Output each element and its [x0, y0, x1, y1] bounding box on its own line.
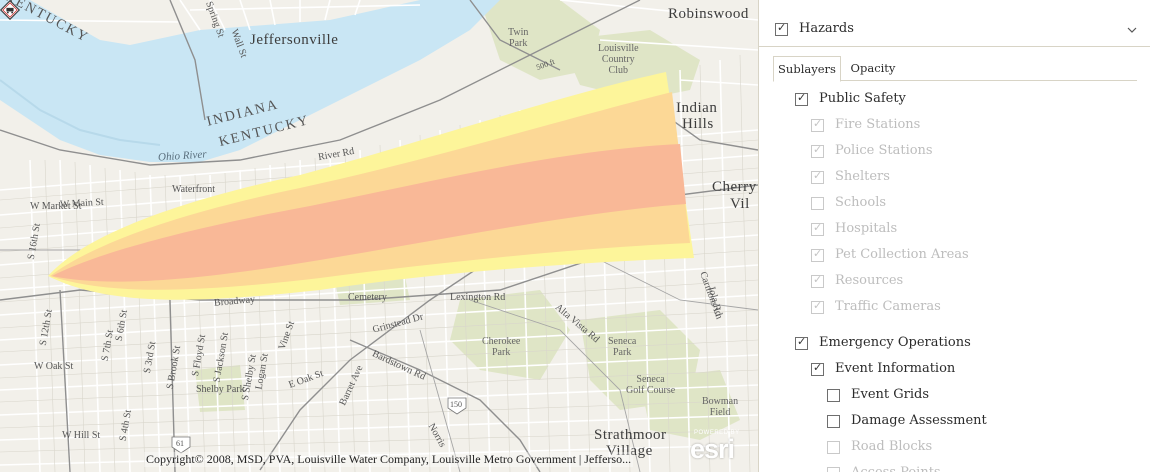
- sublayer-label: Pet Collection Areas: [835, 247, 969, 262]
- sublayer-checkbox[interactable]: ✓: [795, 91, 808, 106]
- label-w-hill-st: W Hill St: [62, 430, 101, 441]
- sublayer-item[interactable]: ✓ Fire Stations: [759, 117, 1150, 143]
- label-hwy-150: 150: [450, 400, 462, 409]
- label-cherry: Cherry: [712, 179, 757, 195]
- sublayer-label: Police Stations: [835, 143, 933, 158]
- check-icon: ✓: [813, 361, 823, 374]
- layer-title: Hazards: [799, 21, 854, 36]
- sublayer-label: Damage Assessment: [851, 413, 987, 428]
- basemap: [0, 0, 758, 472]
- label-strathmoor: Strathmoor: [594, 427, 667, 443]
- sublayer-label: Traffic Cameras: [835, 299, 941, 314]
- sublayer-checkbox[interactable]: [827, 415, 840, 428]
- sublayer-item[interactable]: ✓ Resources: [759, 273, 1150, 299]
- sublayer-item[interactable]: ✓ Event Information: [759, 361, 1150, 387]
- sublayer-item[interactable]: Event Grids: [759, 387, 1150, 413]
- check-icon: ✓: [777, 21, 787, 34]
- label-hwy-61: 61: [176, 439, 184, 448]
- sublayer-label: Shelters: [835, 169, 890, 184]
- sublayer-label: Schools: [835, 195, 887, 210]
- sublayer-item[interactable]: ✓ Traffic Cameras: [759, 299, 1150, 325]
- check-icon: ✓: [797, 91, 807, 104]
- tab-opacity[interactable]: Opacity: [843, 56, 903, 79]
- label-waterfront: Waterfront: [172, 184, 216, 195]
- check-icon: ✓: [797, 335, 807, 348]
- check-icon: ✓: [813, 143, 823, 156]
- sublayer-checkbox[interactable]: [811, 197, 824, 210]
- sublayer-label: Event Information: [835, 361, 956, 376]
- sublayer-label: Road Blocks: [851, 439, 933, 454]
- sublayer-item[interactable]: Damage Assessment: [759, 413, 1150, 439]
- sublayer-item[interactable]: ✓ Public Safety: [759, 91, 1150, 117]
- tab-sublayers[interactable]: Sublayers: [773, 56, 841, 82]
- label-w-main-st: W Main St: [59, 196, 104, 211]
- layer-tabs: Sublayers Opacity: [773, 56, 1137, 82]
- sublayer-label: Fire Stations: [835, 117, 921, 132]
- label-seneca-golf-course: Seneca Golf Course: [626, 374, 676, 396]
- sublayer-checkbox[interactable]: [827, 467, 840, 472]
- sublayer-checkbox[interactable]: ✓: [811, 299, 824, 314]
- label-jeffersonville: Jeffersonville: [250, 32, 339, 48]
- sublayer-checkbox[interactable]: ✓: [811, 247, 824, 262]
- label-robinswood: Robinswood: [668, 6, 749, 22]
- sublayer-checkbox[interactable]: ✓: [811, 117, 824, 132]
- map-attribution: Copyright© 2008, MSD, PVA, Louisville Wa…: [144, 452, 634, 467]
- hazard-source-marker-icon[interactable]: [0, 0, 20, 20]
- sublayer-item[interactable]: ✓ Shelters: [759, 169, 1150, 195]
- check-icon: ✓: [813, 299, 823, 312]
- esri-logo[interactable]: esri: [690, 434, 735, 465]
- label-cemetery: Cemetery: [348, 292, 387, 303]
- sublayer-label: Hospitals: [835, 221, 898, 236]
- sublayer-item[interactable]: ✓ Pet Collection Areas: [759, 247, 1150, 273]
- sublayer-label: Access Points: [851, 465, 941, 472]
- layer-list-panel: ✓ Hazards Sublayers Opacity ✓ Public Safe…: [758, 0, 1150, 472]
- label-w-oak-st: W Oak St: [34, 361, 74, 372]
- check-icon: ✓: [813, 273, 823, 286]
- label-cherokee-park: Cherokee Park: [482, 336, 521, 358]
- sublayer-checkbox[interactable]: ✓: [811, 221, 824, 236]
- sublayer-label: Emergency Operations: [819, 335, 971, 350]
- label-twin-park: Twin Park: [508, 27, 529, 49]
- check-icon: ✓: [813, 247, 823, 260]
- sublayer-item[interactable]: ✓ Hospitals: [759, 221, 1150, 247]
- check-icon: ✓: [813, 221, 823, 234]
- sublayer-checkbox[interactable]: [827, 441, 840, 454]
- sublayer-item[interactable]: Schools: [759, 195, 1150, 221]
- map-view[interactable]: Jeffersonville Robinswood Indian Hills C…: [0, 0, 758, 472]
- sublayer-checkbox[interactable]: ✓: [811, 361, 824, 376]
- sublayer-checkbox[interactable]: ✓: [795, 335, 808, 350]
- label-vil: Vil: [730, 196, 750, 212]
- label-hills: Hills: [682, 116, 714, 132]
- label-louisville-country-club: Louisville Country Club: [598, 43, 639, 76]
- sublayer-label: Event Grids: [851, 387, 930, 402]
- check-icon: ✓: [813, 117, 823, 130]
- label-indian: Indian: [676, 100, 718, 116]
- label-shelby-park: Shelby Park: [196, 384, 245, 395]
- label-lexington-rd: Lexington Rd: [450, 292, 506, 303]
- sublayer-item[interactable]: ✓ Emergency Operations: [759, 335, 1150, 361]
- label-seneca-park: Seneca Park: [608, 336, 637, 358]
- chevron-down-icon[interactable]: [1127, 25, 1137, 35]
- sublayer-checkbox[interactable]: [827, 389, 840, 402]
- sublayer-label: Public Safety: [819, 91, 906, 106]
- sublayer-checkbox[interactable]: ✓: [811, 273, 824, 288]
- hazards-checkbox[interactable]: ✓: [775, 21, 788, 36]
- sublayer-label: Resources: [835, 273, 904, 288]
- check-icon: ✓: [813, 169, 823, 182]
- sublayer-item[interactable]: ✓ Police Stations: [759, 143, 1150, 169]
- sublayer-item[interactable]: Road Blocks: [759, 439, 1150, 465]
- sublayer-checkbox[interactable]: ✓: [811, 143, 824, 158]
- layer-header: ✓ Hazards: [759, 10, 1150, 47]
- sublayer-checkbox[interactable]: ✓: [811, 169, 824, 184]
- label-bowman-field: Bowman Field: [702, 396, 739, 418]
